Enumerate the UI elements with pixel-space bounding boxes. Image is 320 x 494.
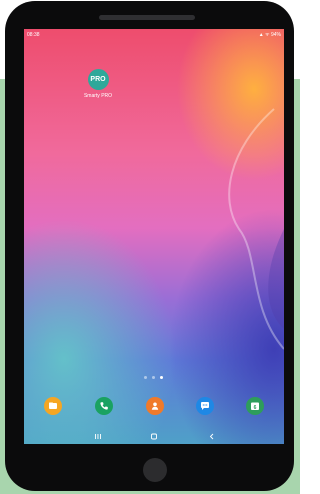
my-files-icon[interactable] [44, 397, 62, 415]
home-icon[interactable] [150, 433, 158, 440]
contacts-icon[interactable] [146, 397, 164, 415]
smarty-pro-icon: PRO [87, 69, 109, 90]
app-smarty-pro[interactable]: PRO Smarty PRO [78, 69, 118, 99]
messages-icon[interactable] [196, 397, 214, 415]
page-indicator [144, 376, 168, 380]
page-dot-active [160, 376, 163, 379]
back-icon[interactable] [208, 433, 216, 440]
status-time: 08:38 [27, 32, 40, 38]
device-screen: 08:38 ▲ ᯤ 94% PRO Smarty PRO 6 [24, 29, 284, 444]
wallpaper-curve [228, 108, 284, 350]
calendar-icon[interactable]: 6 [246, 397, 264, 415]
phone-icon[interactable] [95, 397, 113, 415]
status-indicators: ▲ ᯤ 94% [258, 32, 281, 38]
speaker-grille [99, 15, 195, 20]
recents-icon[interactable] [94, 433, 102, 440]
hardware-home-button[interactable] [143, 458, 167, 482]
app-label: Smarty PRO [83, 93, 113, 99]
page-dot [152, 376, 155, 379]
status-bar: 08:38 ▲ ᯤ 94% [24, 29, 284, 41]
page-dot [144, 376, 147, 379]
calendar-date: 6 [254, 405, 257, 411]
navigation-bar [24, 429, 284, 444]
